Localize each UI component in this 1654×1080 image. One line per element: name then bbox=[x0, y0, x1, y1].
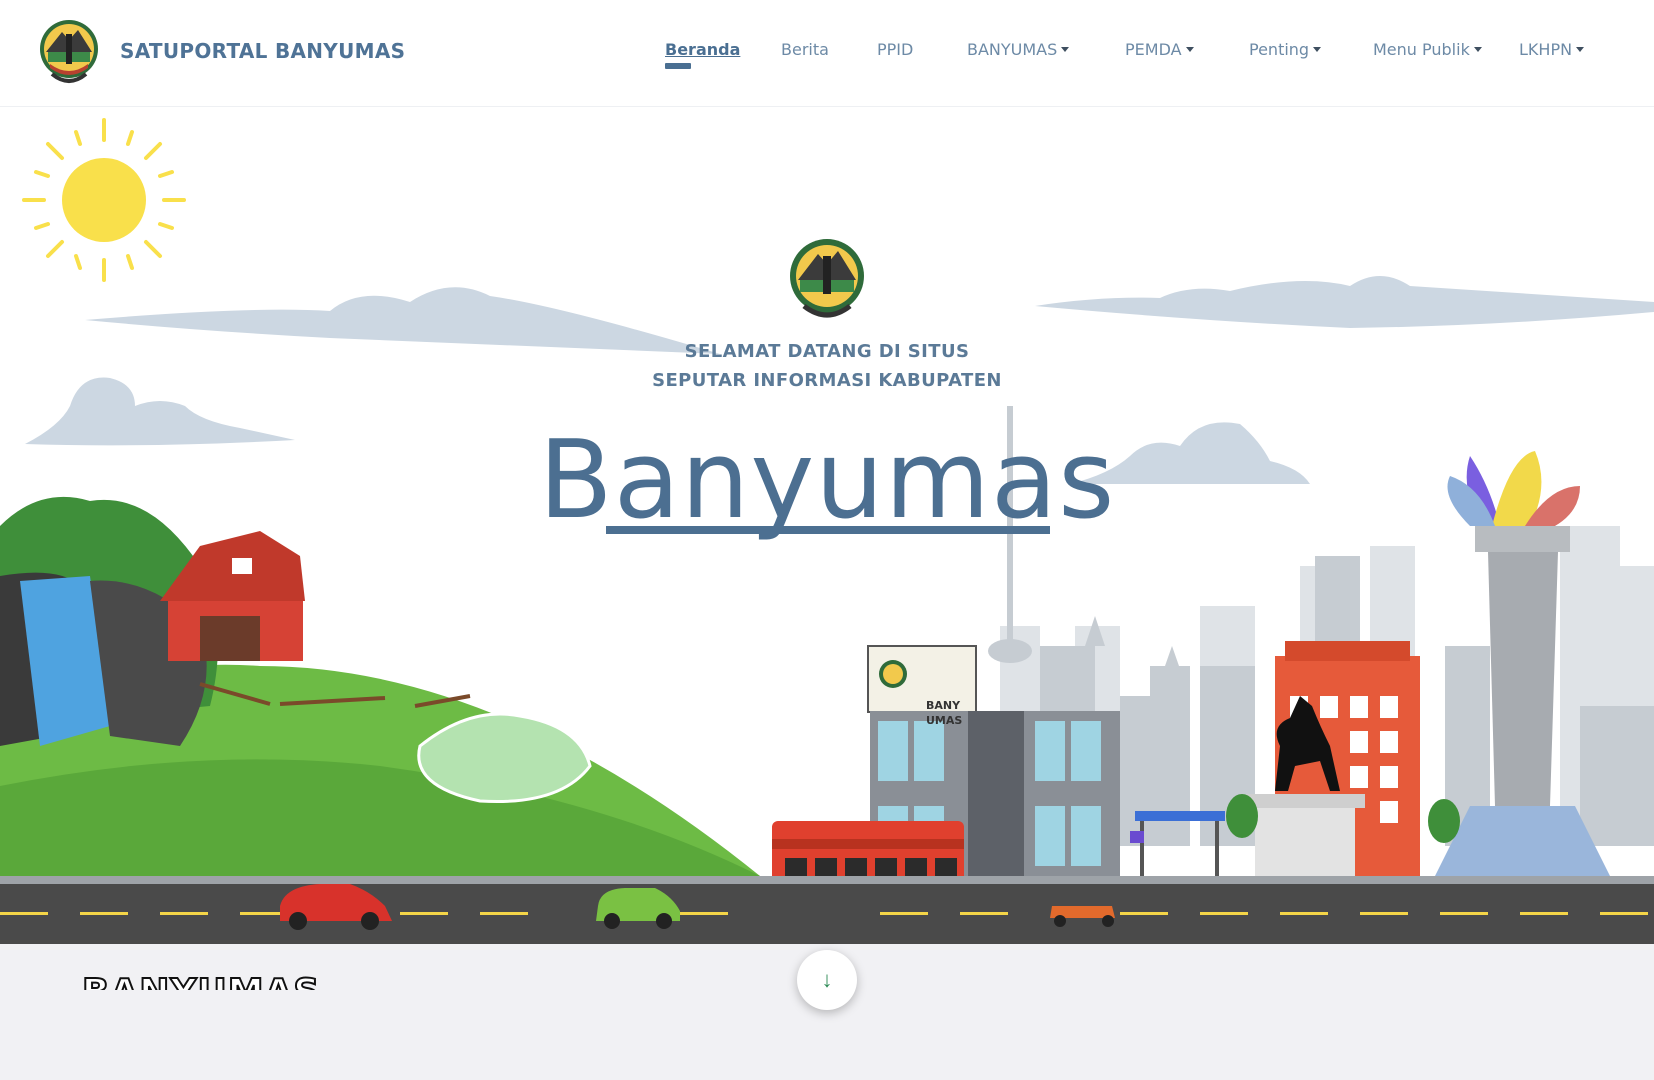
greeting-line-1: SELAMAT DATANG DI SITUS bbox=[684, 341, 970, 362]
brand-name: SATUPORTAL BANYUMAS bbox=[120, 39, 406, 63]
nav-label: Beranda bbox=[665, 40, 741, 59]
nav-item-lkhpn[interactable]: LKHPN bbox=[1519, 40, 1585, 59]
curb bbox=[0, 876, 1654, 884]
nav-item-pemda[interactable]: PEMDA bbox=[1125, 40, 1194, 59]
nav-label: Penting bbox=[1249, 40, 1310, 59]
nav-active-indicator bbox=[665, 63, 691, 69]
nav-label: BANYUMAS bbox=[967, 40, 1058, 59]
hero-title: Banyumas bbox=[538, 418, 1116, 543]
hero-banner: SELAMAT DATANG DI SITUS SEPUTAR INFORMAS… bbox=[0, 106, 1654, 990]
nav-item-beranda[interactable]: Beranda bbox=[665, 40, 740, 59]
chevron-down-icon bbox=[1576, 47, 1585, 52]
arrow-down-icon: ↓ bbox=[821, 967, 833, 992]
nav-item-ppid[interactable]: PPID bbox=[877, 40, 913, 59]
nav-label: Berita bbox=[781, 40, 829, 59]
billboard-text: BANY UMAS bbox=[926, 698, 962, 728]
billboard-line-2: UMAS bbox=[926, 714, 963, 727]
nav-item-penting[interactable]: Penting bbox=[1249, 40, 1322, 59]
brand[interactable]: SATUPORTAL BANYUMAS bbox=[38, 18, 405, 84]
nav-label: PEMDA bbox=[1125, 40, 1182, 59]
greeting-line-2: SEPUTAR INFORMASI KABUPATEN bbox=[652, 370, 1002, 391]
billboard-line-1: BANY bbox=[926, 699, 961, 712]
chevron-down-icon bbox=[1313, 47, 1322, 52]
ground-banyumas-sign: BANYUMAS bbox=[81, 971, 320, 990]
chevron-down-icon bbox=[1061, 47, 1070, 52]
top-navbar: SATUPORTAL BANYUMAS Beranda Berita PPID … bbox=[0, 0, 1654, 107]
nav-item-menu-publik[interactable]: Menu Publik bbox=[1373, 40, 1482, 59]
scroll-down-button[interactable]: ↓ bbox=[797, 950, 857, 1010]
chevron-down-icon bbox=[1185, 47, 1194, 52]
nav-label: LKHPN bbox=[1519, 40, 1573, 59]
chevron-down-icon bbox=[1473, 47, 1482, 52]
hero-title-underline bbox=[606, 526, 1050, 534]
sun-icon bbox=[22, 118, 186, 282]
nav-item-banyumas[interactable]: BANYUMAS bbox=[967, 40, 1070, 59]
nav-item-berita[interactable]: Berita bbox=[781, 40, 829, 59]
nav-label: PPID bbox=[877, 40, 914, 59]
banyumas-seal-icon bbox=[790, 239, 864, 318]
banyumas-seal-icon bbox=[40, 20, 98, 83]
nav-label: Menu Publik bbox=[1373, 40, 1470, 59]
